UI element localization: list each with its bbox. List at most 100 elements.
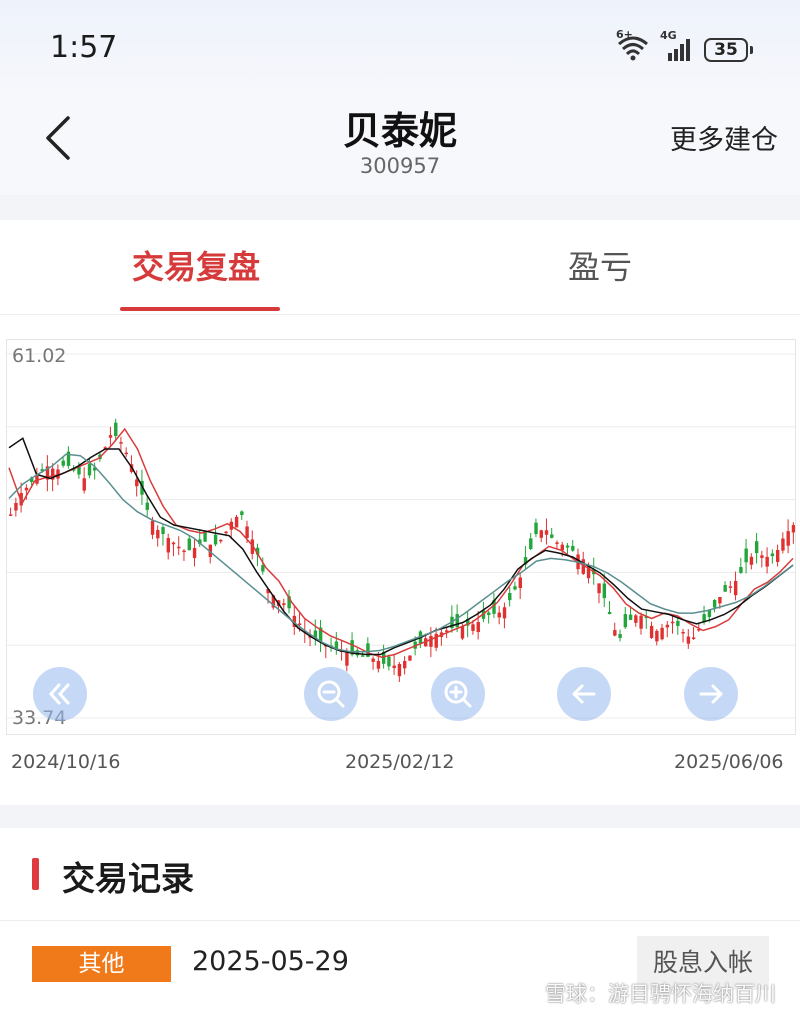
candle-body [565, 545, 570, 548]
tab-profit-loss[interactable]: 盈亏 [568, 242, 632, 288]
candle-body [135, 479, 139, 487]
candle-body [82, 478, 86, 491]
kline-chart[interactable] [6, 339, 796, 735]
candle-body [686, 636, 691, 644]
candle-body [392, 665, 396, 669]
stock-code: 300957 [359, 154, 441, 178]
status-icons: 6+ 4G 35 [616, 28, 753, 66]
record-date: 2025-05-29 [192, 946, 349, 977]
candle-body [618, 634, 622, 638]
candle-body [219, 539, 223, 542]
candle-body [282, 603, 286, 606]
candle-body [534, 522, 538, 535]
candle-body [24, 487, 29, 491]
battery-icon: 35 [704, 38, 753, 62]
candle-body [187, 538, 192, 551]
candle-body [670, 621, 675, 624]
candle-body [408, 655, 412, 661]
candle-body [203, 531, 207, 542]
candle-body [775, 549, 780, 562]
candle-body [371, 658, 375, 662]
candle-body [728, 586, 733, 588]
candle-body [660, 627, 664, 640]
candle-body [119, 442, 123, 444]
candle-body [166, 537, 170, 553]
status-time: 1:57 [50, 30, 118, 65]
x-axis-label-mid: 2025/02/12 [345, 751, 455, 773]
scroll-right-button[interactable] [684, 667, 738, 721]
candle-body [781, 538, 785, 551]
candle-body [634, 615, 638, 623]
zoom-out-button[interactable] [304, 667, 358, 721]
candle-body [182, 550, 186, 553]
cellular-icon: 4G [660, 29, 694, 63]
candle-body [360, 655, 365, 657]
candle-body [9, 514, 13, 516]
candle-body [14, 502, 18, 511]
candle-body [87, 464, 92, 476]
candle-body [460, 626, 465, 639]
active-tab-indicator [120, 307, 280, 311]
candle-body [707, 610, 712, 617]
candle-body [623, 614, 628, 628]
y-axis-max-label: 61.02 [12, 345, 67, 367]
trade-record-section: 交易记录 其他 2025-05-29 股息入帐 雪球：游目骋怀海纳百川 [0, 828, 800, 1017]
candle-body [124, 452, 128, 455]
tab-bar: 交易复盘 盈亏 [0, 220, 800, 315]
wifi-icon: 6+ [616, 28, 650, 66]
more-positions-button[interactable]: 更多建仓 [670, 118, 778, 157]
candle-body [487, 612, 491, 616]
candle-body [733, 581, 738, 596]
candle-body [240, 511, 244, 516]
candle-body [739, 567, 743, 573]
candle-body [397, 664, 402, 677]
candle-body [550, 534, 554, 538]
candle-body [297, 623, 302, 625]
candle-body [513, 586, 517, 590]
rewind-icon [48, 683, 70, 705]
tab-trade-review[interactable]: 交易复盘 [132, 242, 260, 288]
candle-body [770, 553, 775, 557]
candle-body [723, 585, 727, 592]
candle-body [791, 525, 795, 533]
candle-body [786, 531, 790, 546]
candle-body [555, 542, 559, 544]
candle-body [403, 660, 407, 669]
network-label: 4G [660, 29, 677, 42]
candle-body [108, 435, 113, 438]
candle-body [544, 530, 549, 535]
candle-body [177, 546, 181, 549]
candle-body [718, 596, 722, 604]
candle-body [754, 541, 759, 554]
candle-body [171, 542, 176, 545]
candle-body [345, 652, 349, 666]
candle-body [749, 556, 754, 565]
candle-body [628, 614, 633, 620]
candle-body [602, 583, 607, 599]
candle-body [676, 620, 680, 626]
x-axis-label-start: 2024/10/16 [11, 751, 121, 773]
candle-body [145, 502, 149, 510]
candle-body [665, 624, 670, 628]
chart-card: 61.02 33.74 2024/10/16 2025/02/12 2025/0… [0, 315, 800, 805]
candle-body [150, 520, 155, 535]
watermark: 雪球：游目骋怀海纳百川 [545, 982, 776, 1006]
scroll-left-button[interactable] [557, 667, 611, 721]
section-title: 交易记录 [62, 859, 194, 898]
candle-body [161, 527, 165, 535]
rewind-button[interactable] [33, 667, 87, 721]
ma-line-3 [8, 453, 794, 653]
status-bar: 1:57 6+ 4G 35 [0, 0, 800, 100]
candle-body [261, 565, 265, 572]
zoom-in-button[interactable] [431, 667, 485, 721]
divider [0, 920, 800, 921]
record-badge: 其他 [32, 946, 171, 982]
arrow-left-icon [572, 684, 596, 704]
candle-body [655, 630, 659, 642]
candle-body [712, 599, 717, 608]
candle-body [387, 656, 391, 667]
candle-body [471, 624, 475, 631]
candle-body [376, 660, 381, 669]
candle-body [114, 422, 118, 437]
candle-body [508, 593, 512, 601]
